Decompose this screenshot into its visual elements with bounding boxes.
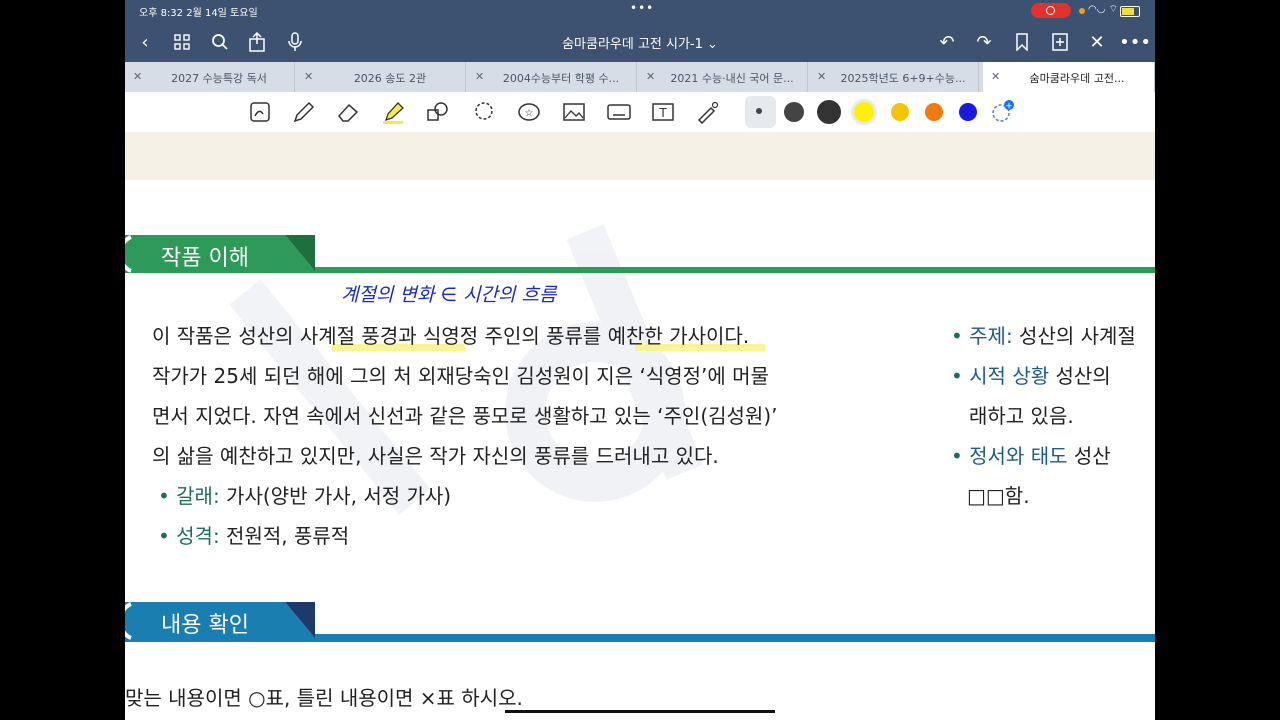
situation-value: 성산의 — [1049, 364, 1111, 388]
color-swatch-blue[interactable] — [959, 103, 977, 121]
highlighter-icon[interactable] — [381, 100, 407, 124]
color-swatch-yellow-selected[interactable] — [854, 102, 874, 122]
eraser-icon[interactable] — [336, 100, 362, 124]
pen-icon[interactable] — [291, 100, 317, 124]
section-heading-content: 내용 확인 — [125, 602, 1155, 642]
bullet-icon: • — [158, 524, 177, 548]
tab-5[interactable]: ✕ 2025학년도 6+9+수능... — [809, 62, 979, 92]
svg-text:T: T — [658, 106, 667, 120]
tab-3[interactable]: ✕ 2004수능부터 학평 수... — [467, 62, 637, 92]
bullet-icon: • — [951, 324, 970, 348]
attitude-continued: □□함. — [967, 484, 1030, 508]
handwritten-note: 계절의 변화 ∈ 시간의 흐름 — [341, 284, 557, 306]
bookmark-icon[interactable] — [1010, 30, 1034, 54]
laser-pointer-icon[interactable] — [695, 100, 721, 125]
add-color-icon[interactable]: + — [990, 100, 1016, 124]
attitude-value: 성산 — [1067, 444, 1111, 468]
svg-text:☆: ☆ — [525, 108, 534, 119]
bullet-icon: • — [951, 364, 970, 388]
theme-label: 주제: — [969, 324, 1013, 348]
tab-label: 2027 수능특강 독서 — [171, 72, 267, 85]
ipad-screen: 오후 8:32 2월 14일 토요일 ••• ◠◡ ⌔ ‹ 숨마쿰라우데 고전 … — [125, 0, 1155, 720]
status-bar: 오후 8:32 2월 14일 토요일 ••• ◠◡ ⌔ — [125, 0, 1155, 22]
theme-value: 성산의 사계절 — [1012, 324, 1136, 348]
sticker-icon[interactable]: ☆ — [516, 100, 542, 124]
pen-stroke-underline — [505, 710, 775, 713]
text-box-icon[interactable]: T — [650, 100, 676, 124]
status-time: 오후 8:32 2월 14일 토요일 — [139, 8, 258, 19]
zoom-pen-icon[interactable] — [248, 100, 274, 124]
color-swatch-dark-gray[interactable] — [784, 102, 804, 122]
situation-row: • 시적 상황 성산의 — [951, 360, 1111, 389]
image-icon[interactable] — [561, 100, 587, 124]
tab-4[interactable]: ✕ 2021 수능·내신 국어 문... — [638, 62, 808, 92]
quiz-instruction: 맞는 내용이면 ○표, 틀린 내용이면 ×표 하시오. — [125, 686, 523, 710]
nature-value: 전원적, 풍류적 — [219, 524, 350, 548]
lasso-icon[interactable] — [471, 100, 497, 124]
back-icon[interactable]: ‹ — [133, 30, 157, 54]
tab-1[interactable]: ✕ 2027 수능특강 독서 — [125, 62, 295, 92]
screen-record-icon[interactable] — [1031, 3, 1071, 18]
undo-icon[interactable]: ↶ — [935, 30, 959, 54]
genre-value: 가사(양반 가사, 서정 가사) — [219, 484, 452, 508]
shapes-icon[interactable] — [425, 100, 451, 124]
description-line-4: 의 삶을 예찬하고 있지만, 사실은 작가 자신의 풍류를 드러내고 있다. — [152, 444, 719, 468]
document-title[interactable]: 숨마쿰라우데 고전 시가-1 ⌄ — [525, 33, 755, 52]
close-tab-icon[interactable]: ✕ — [304, 70, 313, 83]
description-line-2: 작가가 25세 되던 해에 그의 처 외재당숙인 김성원이 지은 ‘식영정’에 … — [152, 364, 769, 388]
situation-continued: 래하고 있음. — [969, 404, 1074, 428]
tab-label: 숨마쿰라우데 고전... — [1029, 72, 1125, 85]
multitask-dots-icon[interactable]: ••• — [630, 1, 654, 15]
app-toolbar: ‹ 숨마쿰라우데 고전 시가-1 ⌄ ↶ ↷ ✕ ••• — [125, 22, 1155, 62]
attitude-label: 정서와 태도 — [969, 444, 1068, 468]
mic-indicator-icon — [1079, 8, 1085, 14]
nature-row: • 성격: 전원적, 풍류적 — [158, 520, 349, 549]
search-icon[interactable] — [208, 30, 232, 54]
tab-label: 2004수능부터 학평 수... — [502, 72, 620, 85]
bullet-icon: • — [158, 484, 177, 508]
battery-icon — [1120, 6, 1140, 17]
keyboard-icon[interactable] — [606, 100, 632, 124]
tab-label: 2021 수능·내신 국어 문... — [670, 72, 794, 85]
close-tab-icon[interactable]: ✕ — [133, 70, 142, 83]
color-swatch-orange[interactable] — [925, 103, 943, 121]
description-line-1: 이 작품은 성산의 사계절 풍경과 식영정 주인의 풍류를 예찬한 가사이다. — [152, 324, 750, 348]
close-tab-icon[interactable]: ✕ — [817, 70, 826, 83]
pen-mode-icon[interactable]: ✕ — [1085, 30, 1109, 54]
redo-icon[interactable]: ↷ — [972, 30, 996, 54]
genre-row: • 갈래: 가사(양반 가사, 서정 가사) — [158, 480, 451, 509]
tab-label: 2026 송도 2관 — [353, 72, 427, 85]
pen-size-small-swatch[interactable] — [756, 108, 762, 114]
close-tab-icon[interactable]: ✕ — [991, 70, 1000, 83]
section-title: 내용 확인 — [161, 613, 249, 638]
bullet-icon: • — [951, 444, 970, 468]
tab-6-active[interactable]: ✕ 숨마쿰라우데 고전... — [983, 62, 1155, 92]
close-tab-icon[interactable]: ✕ — [475, 70, 484, 83]
tab-2[interactable]: ✕ 2026 송도 2관 — [296, 62, 466, 92]
grid-icon[interactable] — [170, 30, 194, 54]
section-title: 작품 이해 — [161, 246, 249, 271]
situation-label: 시적 상황 — [969, 364, 1050, 388]
more-icon[interactable]: ••• — [1119, 30, 1151, 54]
add-page-icon[interactable] — [1048, 30, 1072, 54]
svg-text:+: + — [1005, 102, 1013, 112]
theme-row: • 주제: 성산의 사계절 — [951, 320, 1136, 349]
nature-label: 성격: — [176, 524, 220, 548]
tab-label: 2025학년도 6+9+수능... — [840, 72, 966, 85]
attitude-row: • 정서와 태도 성산 — [951, 440, 1111, 469]
share-icon[interactable] — [245, 30, 269, 54]
document-page: 작품 이해 계절의 변화 ∈ 시간의 흐름 이 작품은 성산의 사계절 풍경과 … — [125, 132, 1155, 720]
color-swatch-charcoal[interactable] — [817, 100, 841, 124]
document-tabs: ✕ 2027 수능특강 독서 ✕ 2026 송도 2관 ✕ 2004수능부터 학평 수… — [125, 62, 1155, 92]
wifi-icon: ◠◡ ⌔ — [1088, 4, 1119, 15]
section-heading-work: 작품 이해 — [125, 235, 1155, 273]
color-swatch-gold[interactable] — [891, 103, 909, 121]
close-tab-icon[interactable]: ✕ — [646, 70, 655, 83]
microphone-icon[interactable] — [283, 30, 307, 54]
genre-label: 갈래: — [176, 484, 220, 508]
pen-toolbar: ☆ T + — [125, 92, 1155, 133]
description-line-3: 면서 지었다. 자연 속에서 신선과 같은 풍모로 생활하고 있는 ‘주인(김성… — [152, 404, 778, 428]
